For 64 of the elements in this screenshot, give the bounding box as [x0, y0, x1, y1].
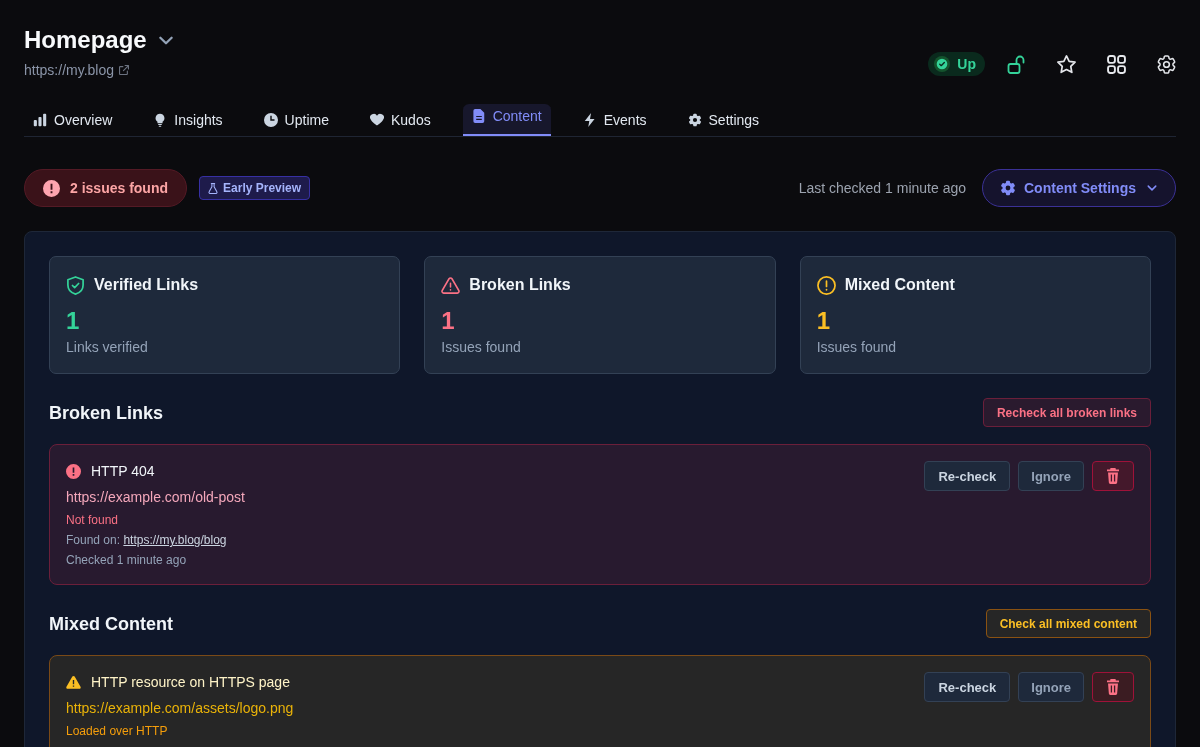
- stat-title: Mixed Content: [844, 276, 955, 294]
- issue-url-link[interactable]: https://example.com/old-post: [66, 487, 245, 507]
- ignore-button[interactable]: Ignore: [1018, 461, 1084, 491]
- last-checked-text: Last checked 1 minute ago: [798, 180, 966, 196]
- issue-title: HTTP resource on HTTPS page: [91, 674, 290, 690]
- delete-button[interactable]: [1092, 461, 1134, 491]
- gear-icon: [687, 113, 702, 127]
- issue-title: HTTP 404: [91, 463, 155, 479]
- delete-button[interactable]: [1092, 672, 1134, 702]
- stat-value: 1: [66, 306, 80, 336]
- nav-tab[interactable]: Overview: [24, 104, 122, 136]
- exclamation-circle-icon: [816, 275, 836, 295]
- external-link-icon: [119, 65, 129, 75]
- found-on-text: Found on: https://my.blog/blog: [66, 532, 227, 548]
- warning-triangle-icon: [441, 275, 461, 295]
- stat-title: Broken Links: [469, 276, 571, 294]
- nav-tab[interactable]: Content: [462, 104, 551, 136]
- stat-caption: Issues found: [816, 338, 897, 357]
- nav-tab[interactable]: Settings: [678, 104, 769, 136]
- trash-icon: [1106, 679, 1120, 695]
- document-icon: [471, 109, 486, 123]
- bar-chart-icon: [33, 113, 47, 127]
- nav-tab[interactable]: Insights: [144, 104, 232, 136]
- content-settings-button[interactable]: Content Settings: [982, 169, 1176, 207]
- nav-tab[interactable]: Events: [573, 104, 656, 136]
- trash-icon: [1106, 468, 1120, 484]
- recheck-button[interactable]: Re-check: [924, 672, 1011, 702]
- flask-icon: [208, 182, 219, 194]
- section-action-button[interactable]: Recheck all broken links: [982, 398, 1151, 427]
- site-url-link[interactable]: https://my.blog: [24, 60, 129, 80]
- grid-icon[interactable]: [1107, 54, 1126, 74]
- check-circle-icon: [934, 56, 951, 72]
- lock-icon[interactable]: [1007, 54, 1026, 74]
- chevron-down-icon[interactable]: [158, 35, 173, 45]
- section-action-button[interactable]: Check all mixed content: [985, 609, 1151, 638]
- stat-value: 1: [816, 306, 830, 336]
- stat-caption: Links verified: [66, 338, 148, 357]
- found-on-link[interactable]: https://my.blog/blog: [123, 533, 227, 547]
- recheck-button[interactable]: Re-check: [924, 461, 1011, 491]
- shield-check-icon: [66, 275, 85, 295]
- star-icon[interactable]: [1057, 54, 1076, 74]
- section-heading: Broken Links: [49, 401, 164, 425]
- issues-count-text: 2 issues found: [70, 180, 169, 196]
- issue-reason: Not found: [66, 512, 119, 528]
- chevron-down-icon: [1147, 185, 1157, 191]
- page-title: Homepage: [24, 26, 147, 54]
- status-text: Up: [957, 56, 976, 72]
- ignore-button[interactable]: Ignore: [1018, 672, 1084, 702]
- warning-triangle-icon: [66, 674, 81, 690]
- section-heading: Mixed Content: [49, 612, 173, 636]
- stat-caption: Issues found: [441, 338, 521, 357]
- nav-tab[interactable]: Kudos: [360, 104, 440, 136]
- stat-title: Verified Links: [94, 276, 199, 294]
- issue-reason: Loaded over HTTP: [66, 723, 168, 739]
- nav-tab[interactable]: Uptime: [254, 104, 338, 136]
- settings-icon[interactable]: [1157, 54, 1176, 74]
- heart-icon: [369, 113, 384, 127]
- gear-icon: [1000, 180, 1016, 196]
- lightning-icon: [582, 113, 597, 127]
- issue-url-link[interactable]: https://example.com/assets/logo.png: [66, 698, 294, 718]
- stat-value: 1: [441, 306, 455, 336]
- preview-badge-text: Early Preview: [223, 181, 302, 195]
- clock-icon: [263, 113, 278, 127]
- checked-time: Checked 1 minute ago: [66, 552, 187, 568]
